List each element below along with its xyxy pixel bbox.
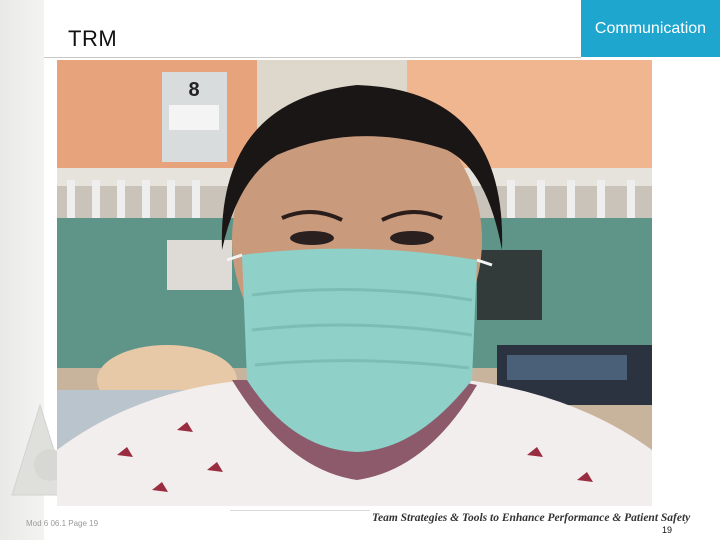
footer-divider [230, 510, 370, 511]
left-decorative-band [0, 0, 69, 540]
footer-title: Team Strategies & Tools to Enhance Perfo… [372, 512, 691, 524]
slide-title: TRM [68, 26, 118, 51]
section-tab-label: Communication [594, 19, 707, 37]
header-divider [44, 57, 581, 58]
section-tab-communication: Communication [581, 0, 720, 57]
slide-photo: 8 [57, 60, 652, 506]
photo-illustration: 8 [57, 60, 652, 506]
footer-module-page: Mod 6 06.1 Page 19 [26, 519, 99, 528]
page-number: 19 [662, 525, 673, 535]
bed-number: 8 [188, 79, 199, 101]
